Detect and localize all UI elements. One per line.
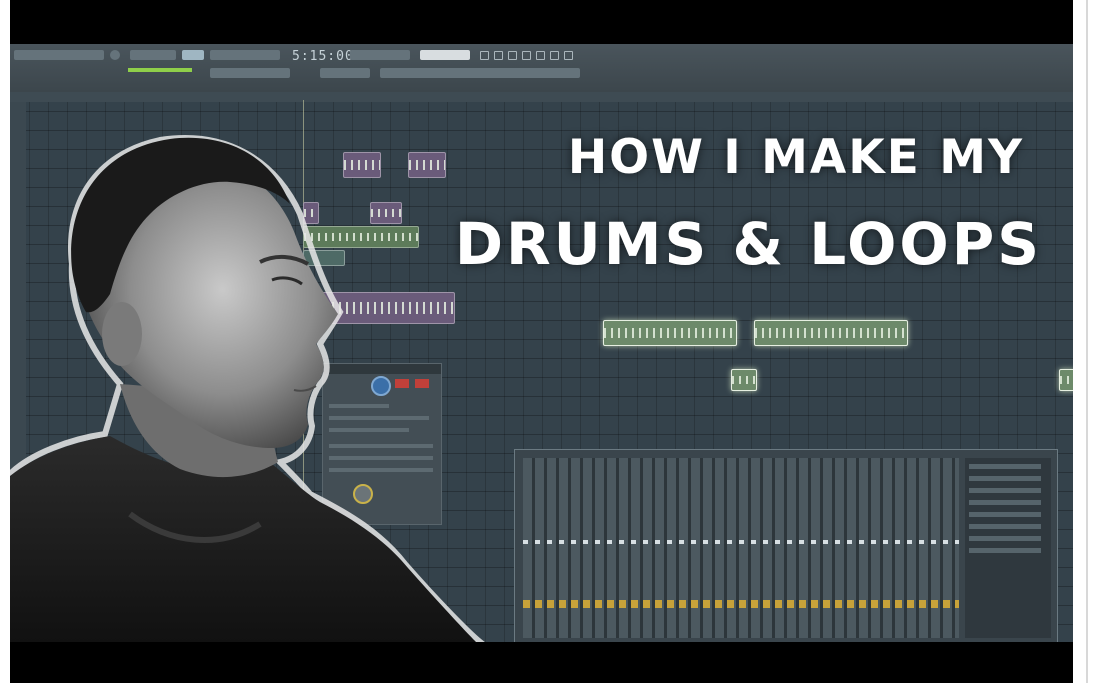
waveform	[604, 328, 736, 338]
scrollbar-edge	[1086, 0, 1088, 683]
drum-loop-clip	[1059, 369, 1073, 391]
mixer-window	[514, 449, 1058, 642]
effect-slot	[969, 548, 1041, 553]
effect-slot	[969, 488, 1041, 493]
waveform	[1060, 376, 1073, 384]
effect-slot	[969, 536, 1041, 541]
letterbox-bottom	[10, 642, 1073, 683]
letterbox-top	[10, 0, 1073, 44]
title-line-1: HOW I MAKE MY	[567, 130, 1024, 185]
toolbar-icon	[564, 51, 573, 60]
ear	[102, 302, 142, 366]
effect-slot	[969, 476, 1041, 481]
video-frame: 5:15:00 HOW I MAKE MY DRUMS & LOOPS	[10, 44, 1073, 642]
waveform	[732, 376, 756, 384]
video-thumbnail[interactable]: 5:15:00 HOW I MAKE MY DRUMS & LOOPS	[0, 0, 1093, 683]
effect-slot	[969, 464, 1041, 469]
mixer-effects-rack	[965, 458, 1051, 638]
toolbar-icon	[536, 51, 545, 60]
mixer-channel-strips	[523, 458, 959, 638]
mixer-faders	[523, 540, 959, 544]
drum-loop-clip	[603, 320, 737, 346]
drum-loop-clip	[731, 369, 757, 391]
toolbar-icon	[550, 51, 559, 60]
effect-slot	[969, 512, 1041, 517]
title-line-2: DRUMS & LOOPS	[454, 210, 1042, 278]
effect-slot	[969, 524, 1041, 529]
drum-loop-clip	[754, 320, 908, 346]
mixer-routing-leds	[523, 600, 959, 608]
effect-slot	[969, 500, 1041, 505]
waveform	[755, 328, 907, 338]
